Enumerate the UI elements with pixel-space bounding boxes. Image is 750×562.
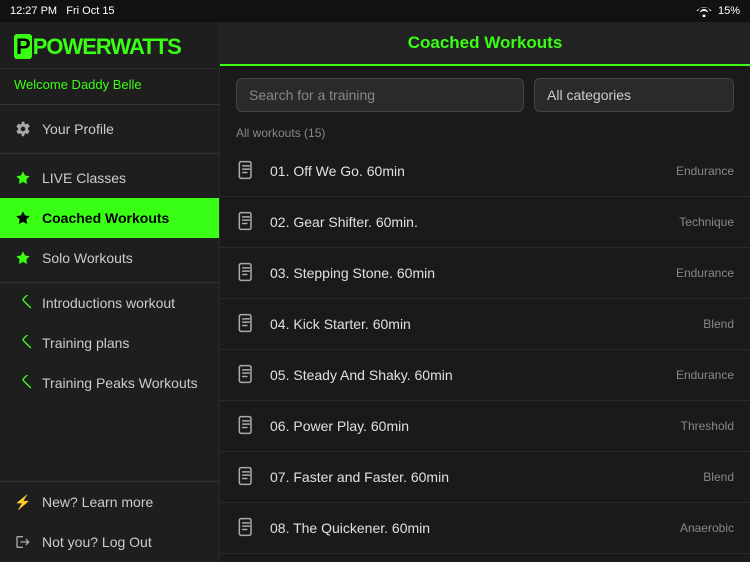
content-area: Coached Workouts All categories Enduranc… <box>220 22 750 562</box>
sidebar-label-coached-workouts: Coached Workouts <box>42 210 169 226</box>
all-workouts-label: All workouts (15) <box>220 124 750 146</box>
sidebar-item-training-peaks[interactable]: Training Peaks Workouts <box>0 363 219 403</box>
workout-category: Blend <box>703 470 734 484</box>
welcome-text: Welcome Daddy Belle <box>0 69 219 100</box>
workout-name: 08. The Quickener. 60min <box>270 520 680 536</box>
status-time: 12:27 PM Fri Oct 15 <box>10 5 115 17</box>
workout-file-icon <box>236 364 258 386</box>
status-bar: 12:27 PM Fri Oct 15 15% <box>0 0 750 22</box>
workout-item[interactable]: 05. Steady And Shaky. 60min Endurance <box>220 350 750 401</box>
category-select[interactable]: All categories Endurance Technique Blend… <box>534 78 734 112</box>
workout-name: 05. Steady And Shaky. 60min <box>270 367 676 383</box>
logo: PPOWERWATTS <box>0 22 219 69</box>
live-classes-icon <box>14 169 32 187</box>
sidebar-item-coached-workouts[interactable]: Coached Workouts <box>0 198 219 238</box>
workout-file-icon <box>236 415 258 437</box>
diamond-icon-intro <box>14 294 32 312</box>
sidebar-label-training-plans: Training plans <box>42 335 129 351</box>
workout-item[interactable]: 02. Gear Shifter. 60min. Technique <box>220 197 750 248</box>
lightning-icon: ⚡ <box>14 493 32 511</box>
sidebar-label-live-classes: LIVE Classes <box>42 170 126 186</box>
sidebar-label-your-profile: Your Profile <box>42 121 114 137</box>
sidebar-label-training-peaks: Training Peaks Workouts <box>42 375 198 391</box>
sidebar-label-introductions: Introductions workout <box>42 295 175 311</box>
workout-item[interactable]: 06. Power Play. 60min Threshold <box>220 401 750 452</box>
sidebar-item-training-plans[interactable]: Training plans <box>0 323 219 363</box>
diamond-icon-plans <box>14 334 32 352</box>
wifi-icon <box>696 5 712 17</box>
content-header: Coached Workouts <box>220 22 750 66</box>
sidebar-item-your-profile[interactable]: Your Profile <box>0 109 219 149</box>
workout-category: Endurance <box>676 266 734 280</box>
sidebar-item-learn-more[interactable]: ⚡ New? Learn more <box>0 482 219 522</box>
workout-category: Technique <box>679 215 734 229</box>
workout-name: 07. Faster and Faster. 60min <box>270 469 703 485</box>
workout-name: 01. Off We Go. 60min <box>270 163 676 179</box>
workout-item[interactable]: 04. Kick Starter. 60min Blend <box>220 299 750 350</box>
sidebar-item-log-out[interactable]: Not you? Log Out <box>0 522 219 562</box>
workout-item[interactable]: 08. The Quickener. 60min Anaerobic <box>220 503 750 554</box>
coached-workouts-icon <box>14 209 32 227</box>
solo-workouts-icon <box>14 249 32 267</box>
search-bar: All categories Endurance Technique Blend… <box>220 66 750 124</box>
workout-category: Threshold <box>681 419 734 433</box>
logo-p: P <box>14 34 32 59</box>
workout-item[interactable]: 07. Faster and Faster. 60min Blend <box>220 452 750 503</box>
sidebar-item-solo-workouts[interactable]: Solo Workouts <box>0 238 219 278</box>
workout-name: 03. Stepping Stone. 60min <box>270 265 676 281</box>
page-title: Coached Workouts <box>408 33 563 53</box>
exit-icon <box>14 533 32 551</box>
workout-category: Blend <box>703 317 734 331</box>
sidebar-item-introductions-workout[interactable]: Introductions workout <box>0 283 219 323</box>
workout-file-icon <box>236 313 258 335</box>
workout-file-icon <box>236 160 258 182</box>
workout-name: 02. Gear Shifter. 60min. <box>270 214 679 230</box>
status-right: 15% <box>696 5 740 17</box>
workout-category: Endurance <box>676 164 734 178</box>
sidebar-label-learn-more: New? Learn more <box>42 494 153 510</box>
workout-file-icon <box>236 262 258 284</box>
workout-file-icon <box>236 211 258 233</box>
diamond-icon-peaks <box>14 374 32 392</box>
workout-file-icon <box>236 517 258 539</box>
workout-category: Endurance <box>676 368 734 382</box>
workout-name: 06. Power Play. 60min <box>270 418 681 434</box>
sidebar: PPOWERWATTS Welcome Daddy Belle Your Pro… <box>0 22 220 562</box>
workout-item[interactable]: 01. Off We Go. 60min Endurance <box>220 146 750 197</box>
search-input[interactable] <box>236 78 524 112</box>
workout-list: 01. Off We Go. 60min Endurance 02. Gear … <box>220 146 750 562</box>
sidebar-label-log-out: Not you? Log Out <box>42 534 152 550</box>
sidebar-label-solo-workouts: Solo Workouts <box>42 250 133 266</box>
workout-category: Anaerobic <box>680 521 734 535</box>
battery-level: 15% <box>718 5 740 17</box>
workout-item[interactable]: 09. Edgy. 60min Anaerobic <box>220 554 750 562</box>
workout-item[interactable]: 03. Stepping Stone. 60min Endurance <box>220 248 750 299</box>
sidebar-item-live-classes[interactable]: LIVE Classes <box>0 158 219 198</box>
workout-file-icon <box>236 466 258 488</box>
workout-name: 04. Kick Starter. 60min <box>270 316 703 332</box>
gear-icon <box>14 120 32 138</box>
